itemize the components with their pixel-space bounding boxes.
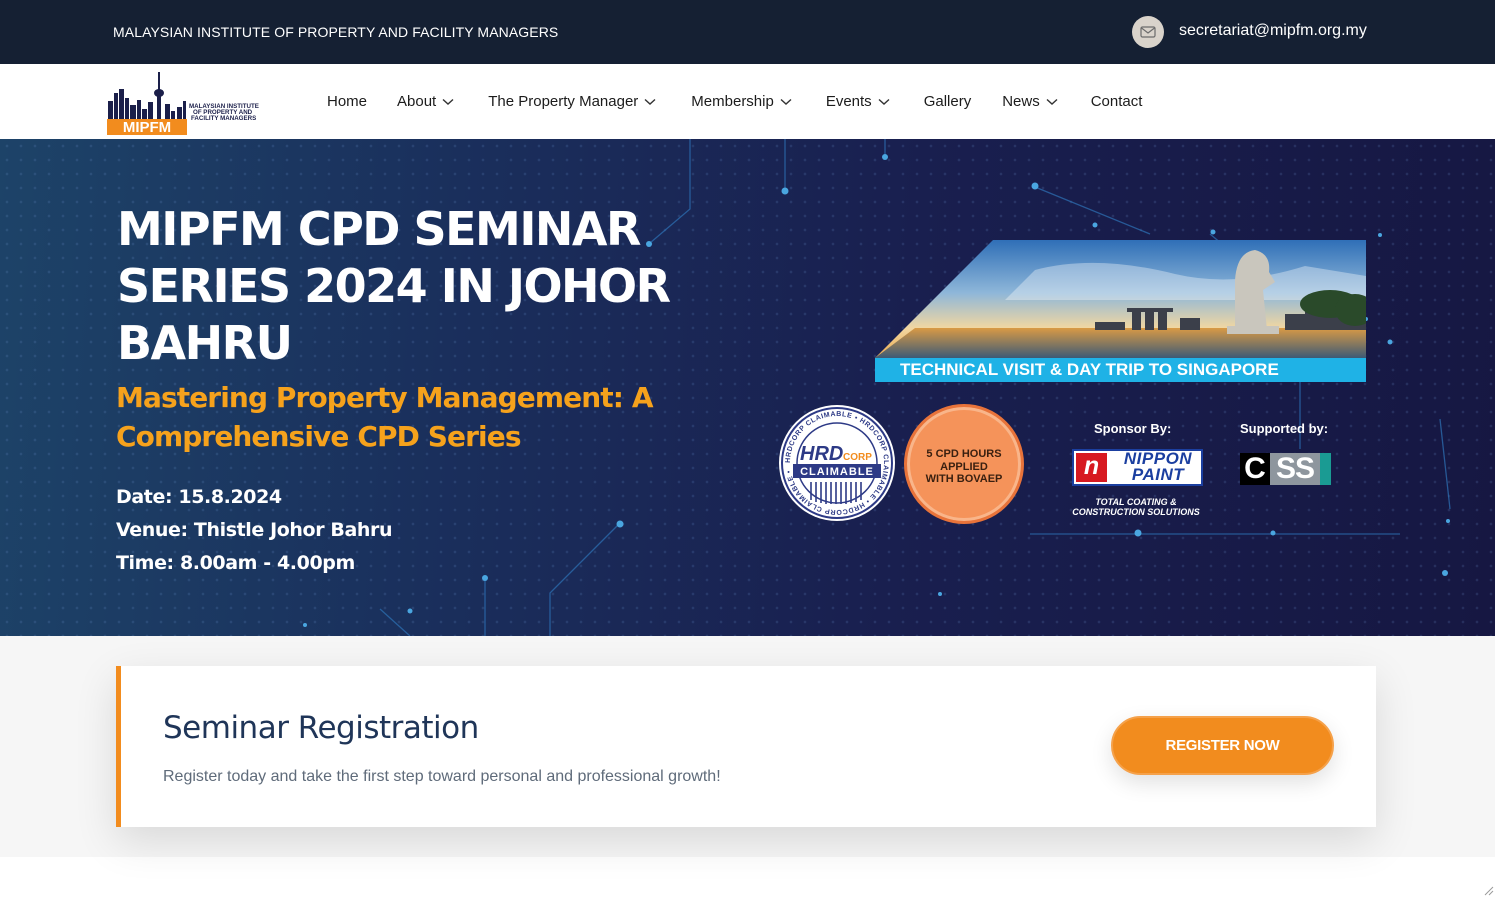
- cpd-hours-badge: 5 CPD HOURS APPLIED WITH BOVAEP: [904, 404, 1024, 524]
- chevron-down-icon: [644, 98, 656, 105]
- registration-card: Seminar Registration Register today and …: [116, 666, 1376, 827]
- supporter-label: Supported by:: [1240, 421, 1329, 436]
- register-now-button[interactable]: REGISTER NOW: [1111, 716, 1334, 775]
- resize-grip-icon[interactable]: [1482, 884, 1494, 896]
- css-logo-accent-bar: [1320, 453, 1331, 485]
- nippon-tagline-line-2: CONSTRUCTION SOLUTIONS: [1072, 507, 1200, 517]
- hrd-claimable-text: CLAIMABLE: [800, 466, 874, 478]
- nav-about[interactable]: About: [397, 93, 454, 110]
- nav-events[interactable]: Events: [826, 93, 890, 110]
- logo-tagline-3: FACILITY MANAGERS: [191, 115, 256, 122]
- cpd-badge-line-2: APPLIED: [940, 460, 988, 473]
- promo-caption: TECHNICAL VISIT & DAY TRIP TO SINGAPORE: [875, 358, 1366, 382]
- nav-the-property-manager[interactable]: The Property Manager: [488, 93, 656, 110]
- chevron-down-icon: [442, 98, 454, 105]
- seminar-title: MIPFM CPD SEMINAR SERIES 2024 IN JOHOR B…: [117, 202, 671, 370]
- cpd-badge-line-1: 5 CPD HOURS: [926, 448, 1002, 460]
- seminar-subtitle: Mastering Property Management: A Compreh…: [116, 381, 654, 453]
- nav-gallery[interactable]: Gallery: [924, 93, 972, 110]
- nav-membership[interactable]: Membership: [691, 93, 792, 110]
- nippon-paint-mark: n: [1076, 453, 1107, 482]
- css-logo-letters-ss: SS: [1270, 453, 1320, 485]
- nav-contact-label: Contact: [1090, 93, 1143, 110]
- nippon-tagline-line-1: TOTAL COATING &: [1095, 497, 1177, 507]
- nav-home-label: Home: [327, 93, 368, 110]
- chevron-down-icon: [780, 98, 792, 105]
- nav-events-label: Events: [825, 93, 872, 110]
- mipfm-logo[interactable]: MIPFM MALAYSIAN INSTITUTE OF PROPERTY AN…: [105, 71, 265, 135]
- nippon-paint-line-2: PAINT: [1131, 465, 1185, 484]
- main-navigation-bar: MIPFM MALAYSIAN INSTITUTE OF PROPERTY AN…: [0, 64, 1495, 139]
- singapore-skyline-image: [875, 240, 1375, 358]
- seminar-date: Date: 15.8.2024: [116, 486, 282, 508]
- nippon-paint-wordmark: NIPPON PAINT: [1112, 450, 1204, 484]
- nav-news-label: News: [1002, 93, 1040, 110]
- hero-banner: MIPFM CPD SEMINAR SERIES 2024 IN JOHOR B…: [0, 139, 1495, 636]
- main-menu: Home About The Property Manager Membersh…: [327, 93, 1142, 110]
- nippon-paint-tagline: TOTAL COATING & CONSTRUCTION SOLUTIONS: [1064, 497, 1208, 517]
- seminar-details: Date: 15.8.2024 Venue: Thistle Johor Bah…: [116, 481, 393, 580]
- logo-acronym: MIPFM: [123, 119, 171, 135]
- css-logo-letter-c: C: [1240, 453, 1270, 485]
- chevron-down-icon: [878, 98, 890, 105]
- nav-home[interactable]: Home: [327, 93, 367, 110]
- nippon-paint-logo: n NIPPON PAINT: [1072, 449, 1203, 486]
- sponsor-label: Sponsor By:: [1094, 421, 1172, 436]
- hrd-corp-text: CORP: [843, 452, 872, 463]
- registration-description: Register today and take the first step t…: [163, 768, 721, 785]
- hrdcorp-claimable-badge: HRDCORP CLAIMABLE • HRDCORP CLAIMABLE • …: [779, 405, 895, 521]
- contact-email-link[interactable]: secretariat@mipfm.org.my: [1179, 22, 1367, 40]
- nav-news[interactable]: News: [1002, 93, 1058, 110]
- organization-name: MALAYSIAN INSTITUTE OF PROPERTY AND FACI…: [113, 24, 559, 40]
- nav-membership-label: Membership: [691, 93, 774, 110]
- registration-section: Seminar Registration Register today and …: [0, 636, 1495, 857]
- hrd-brand-text: HRD: [800, 443, 843, 465]
- top-bar: MALAYSIAN INSTITUTE OF PROPERTY AND FACI…: [0, 0, 1495, 64]
- cpd-badge-text: 5 CPD HOURS APPLIED WITH BOVAEP: [907, 448, 1021, 486]
- seminar-time: Time: 8.00am - 4.00pm: [116, 552, 355, 574]
- nav-contact[interactable]: Contact: [1091, 93, 1143, 110]
- css-supporter-logo: C SS: [1240, 453, 1331, 485]
- nav-about-label: About: [397, 93, 437, 110]
- chevron-down-icon: [1046, 98, 1058, 105]
- seminar-venue: Venue: Thistle Johor Bahru: [116, 519, 393, 541]
- registration-heading: Seminar Registration: [163, 710, 479, 746]
- singapore-trip-promo: TECHNICAL VISIT & DAY TRIP TO SINGAPORE: [875, 240, 1375, 382]
- envelope-icon: [1132, 16, 1164, 48]
- nav-property-manager-label: The Property Manager: [488, 93, 639, 110]
- cpd-badge-line-3: WITH BOVAEP: [925, 473, 1003, 485]
- nav-gallery-label: Gallery: [923, 93, 972, 110]
